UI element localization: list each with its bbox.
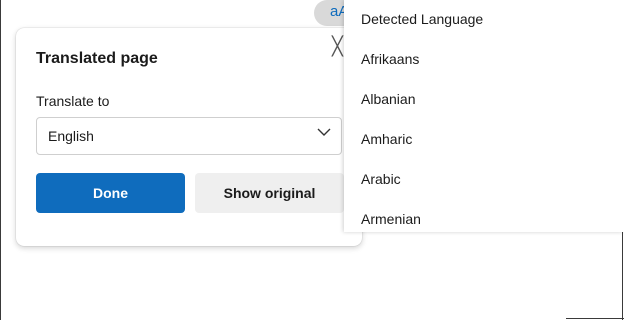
translate-panel: Translated page ╳ Translate to English D… [16,28,362,246]
chevron-down-icon [317,128,331,136]
language-option-albanian[interactable]: Albanian [361,91,416,107]
language-option-arabic[interactable]: Arabic [361,171,401,187]
language-option-armenian[interactable]: Armenian [361,211,421,227]
show-original-button[interactable]: Show original [195,173,344,213]
language-dropdown-list: Detected Language Afrikaans Albanian Amh… [344,0,624,232]
language-option-afrikaans[interactable]: Afrikaans [361,51,419,67]
language-select[interactable]: English [36,117,342,155]
close-icon[interactable]: ╳ [332,36,343,57]
translate-to-label: Translate to [36,93,110,109]
language-option-amharic[interactable]: Amharic [361,131,412,147]
language-option-detected[interactable]: Detected Language [361,11,483,27]
panel-title: Translated page [36,50,158,67]
selected-language: English [48,128,94,144]
divider [566,318,624,319]
done-button[interactable]: Done [36,173,185,213]
